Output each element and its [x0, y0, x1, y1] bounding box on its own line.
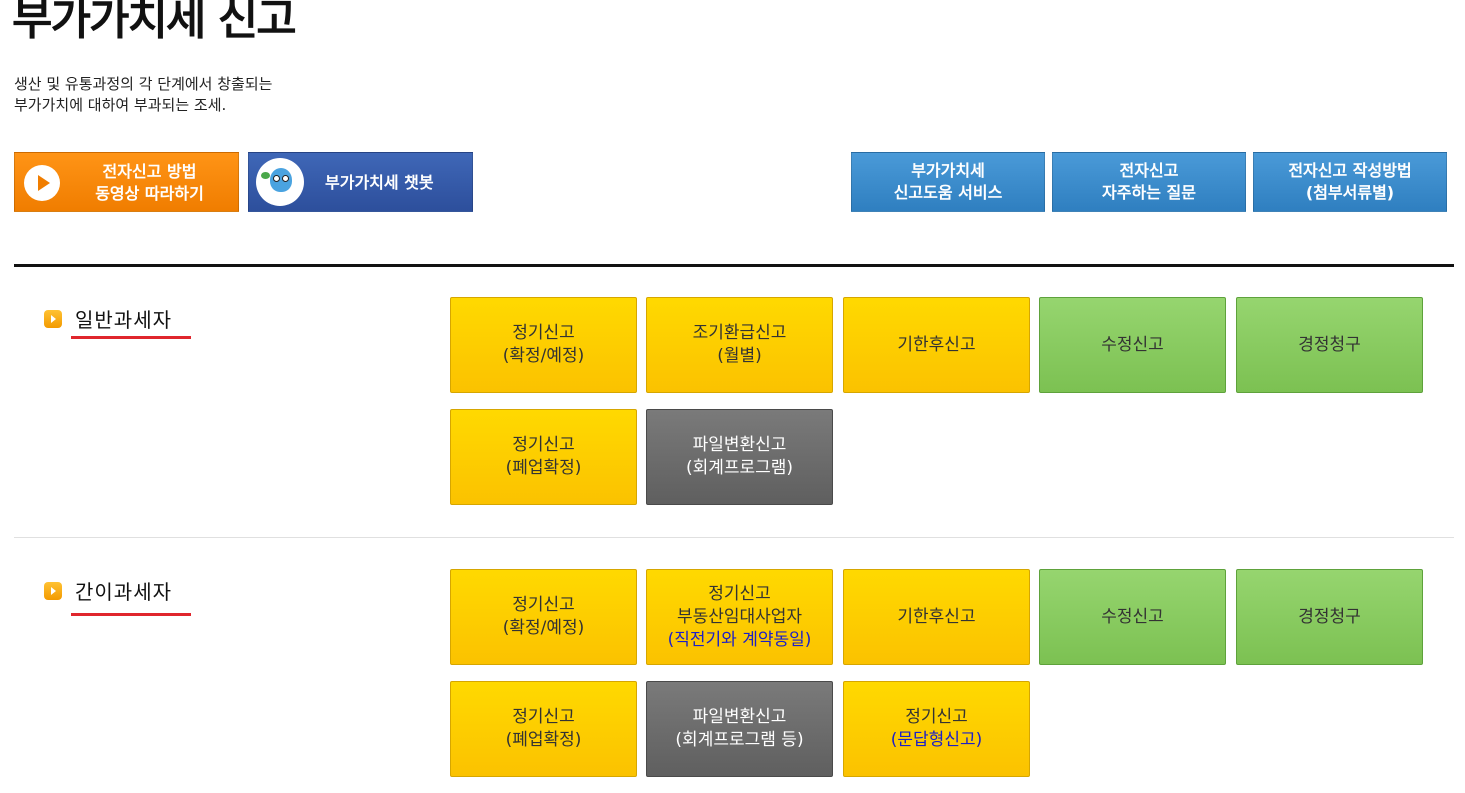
tile-line-highlight: (직전기와 계약동일) — [667, 629, 812, 650]
tile-general-early-refund[interactable]: 조기환급신고 (월별) — [646, 297, 833, 393]
tile-line: (확정/예정) — [502, 618, 585, 638]
filing-guide-button[interactable]: 전자신고 작성방법 (첨부서류별) — [1253, 152, 1447, 212]
tile-line-highlight: (문답형신고) — [890, 730, 983, 750]
video-guide-label: 전자신고 방법 동영상 따라하기 — [67, 161, 232, 205]
tile-line: 기한후신고 — [897, 606, 976, 627]
tile-line: (폐업확정) — [505, 730, 582, 750]
tile-line: 경정청구 — [1298, 334, 1361, 355]
section-label: 간이과세자 — [75, 580, 172, 604]
tile-simple-amended[interactable]: 수정신고 — [1039, 569, 1226, 665]
tile-line: 정기신고 — [512, 595, 575, 615]
faq-line-2: 자주하는 질문 — [1102, 183, 1196, 202]
video-guide-line-2: 동영상 따라하기 — [95, 184, 204, 203]
tile-general-regular[interactable]: 정기신고 (확정/예정) — [450, 297, 637, 393]
filing-help-service-button[interactable]: 부가가치세 신고도움 서비스 — [851, 152, 1045, 212]
tile-simple-file-conversion[interactable]: 파일변환신고 (회계프로그램 등) — [646, 681, 833, 777]
page-description: 생산 및 유통과정의 각 단계에서 창출되는 부가가치에 대하여 부과되는 조세… — [14, 74, 272, 116]
section-header-general: 일반과세자 — [44, 304, 172, 333]
tile-simple-late-filing[interactable]: 기한후신고 — [843, 569, 1030, 665]
description-line: 부가가치에 대하여 부과되는 조세. — [14, 96, 227, 114]
section-underline — [71, 336, 191, 339]
page-title: 부가가치세 신고 — [12, 0, 297, 45]
section-divider — [14, 537, 1454, 538]
tile-line: 기한후신고 — [897, 334, 976, 355]
play-icon — [24, 165, 60, 201]
chatbot-label: 부가가치세 챗봇 — [325, 173, 434, 192]
tile-line: (회계프로그램) — [685, 458, 794, 478]
video-guide-line-1: 전자신고 방법 — [102, 162, 197, 181]
tile-line: 부동산임대사업자 — [676, 606, 803, 627]
tile-simple-regular[interactable]: 정기신고 (확정/예정) — [450, 569, 637, 665]
tile-line: (월별) — [717, 346, 762, 366]
tile-line: 정기신고 — [512, 323, 575, 343]
orange-arrow-bullet-icon — [44, 581, 62, 600]
tile-line: 파일변환신고 — [692, 707, 787, 727]
section-label: 일반과세자 — [75, 308, 172, 332]
tile-simple-real-estate-rental[interactable]: 정기신고 부동산임대사업자 (직전기와 계약동일) — [646, 569, 833, 665]
tile-line: 정기신고 — [708, 583, 771, 604]
tile-line: 파일변환신고 — [692, 435, 787, 455]
tile-general-correction-claim[interactable]: 경정청구 — [1236, 297, 1423, 393]
tile-line: 정기신고 — [905, 707, 968, 727]
tile-simple-closure[interactable]: 정기신고 (폐업확정) — [450, 681, 637, 777]
main-divider — [14, 264, 1454, 267]
tile-line: (회계프로그램 등) — [675, 730, 804, 750]
faq-line-1: 전자신고 — [1119, 161, 1179, 180]
tile-line: 경정청구 — [1298, 606, 1361, 627]
chatbot-mascot-icon — [256, 158, 304, 206]
help-line-1: 부가가치세 — [911, 161, 985, 180]
tile-general-closure[interactable]: 정기신고 (폐업확정) — [450, 409, 637, 505]
tile-line: 조기환급신고 — [692, 323, 787, 343]
section-underline — [71, 613, 191, 616]
guide-line-1: 전자신고 작성방법 — [1288, 161, 1412, 180]
guide-line-2: (첨부서류별) — [1305, 183, 1395, 202]
chatbot-button[interactable]: 부가가치세 챗봇 — [248, 152, 473, 212]
tile-general-file-conversion[interactable]: 파일변환신고 (회계프로그램) — [646, 409, 833, 505]
tile-general-amended[interactable]: 수정신고 — [1039, 297, 1226, 393]
tile-simple-qa-filing[interactable]: 정기신고 (문답형신고) — [843, 681, 1030, 777]
tile-simple-correction-claim[interactable]: 경정청구 — [1236, 569, 1423, 665]
faq-button[interactable]: 전자신고 자주하는 질문 — [1052, 152, 1246, 212]
orange-arrow-bullet-icon — [44, 309, 62, 328]
tile-line: (폐업확정) — [505, 458, 582, 478]
tile-line: 정기신고 — [512, 435, 575, 455]
tile-line: 수정신고 — [1101, 334, 1164, 355]
tile-line: 정기신고 — [512, 707, 575, 727]
help-line-2: 신고도움 서비스 — [893, 183, 1003, 202]
tile-general-late-filing[interactable]: 기한후신고 — [843, 297, 1030, 393]
tile-line: 수정신고 — [1101, 606, 1164, 627]
video-guide-button[interactable]: 전자신고 방법 동영상 따라하기 — [14, 152, 239, 212]
tile-line: (확정/예정) — [502, 346, 585, 366]
description-line: 생산 및 유통과정의 각 단계에서 창출되는 — [14, 75, 273, 93]
section-header-simplified: 간이과세자 — [44, 576, 172, 605]
